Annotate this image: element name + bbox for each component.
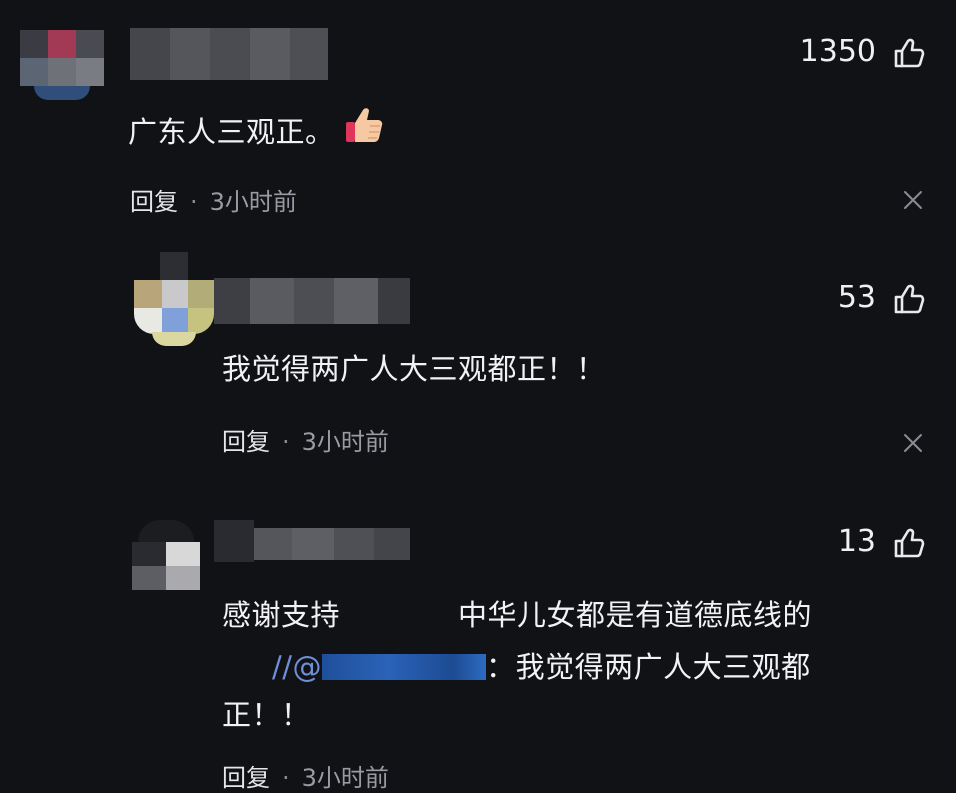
comment-text-line1a: 感谢支持 — [222, 598, 341, 632]
comment-text-line1b: 中华儿女都是有道德底线的 — [458, 598, 813, 632]
comment-text: 我觉得两广人大三观都正！！ — [222, 352, 606, 386]
thumbs-up-outline-icon[interactable] — [892, 526, 926, 560]
username-redacted[interactable] — [130, 28, 328, 80]
mention-username-redacted[interactable] — [322, 654, 487, 680]
like-count: 1350 — [799, 34, 876, 69]
quote-text-end: 正！！ — [222, 698, 311, 732]
thumbs-up-outline-icon[interactable] — [892, 36, 926, 70]
quoted-comment: //@ ：我觉得两广人大三观都 — [272, 644, 811, 686]
timestamp: 3小时前 — [301, 764, 389, 792]
reply-button[interactable]: 回复 — [222, 764, 270, 792]
action-row: 回复 · 3小时前 — [222, 758, 389, 793]
quote-separator: ： — [486, 650, 516, 684]
timestamp: 3小时前 — [209, 188, 297, 216]
avatar[interactable] — [132, 520, 200, 590]
close-icon[interactable] — [902, 432, 924, 454]
mention-prefix[interactable]: //@ — [272, 650, 322, 684]
action-row: 回复 · 3小时前 — [222, 422, 389, 457]
reply-button[interactable]: 回复 — [130, 188, 178, 216]
avatar[interactable] — [20, 30, 104, 100]
quote-text: 我觉得两广人大三观都 — [515, 650, 811, 684]
like-count: 53 — [837, 280, 876, 315]
thumbs-up-emoji-icon — [346, 108, 383, 142]
timestamp: 3小时前 — [301, 428, 389, 456]
comment-text: 广东人三观正。 — [128, 104, 388, 151]
separator: · — [190, 188, 198, 216]
close-icon[interactable] — [902, 189, 924, 211]
username-redacted[interactable] — [214, 520, 410, 562]
reply-button[interactable]: 回复 — [222, 428, 270, 456]
username-redacted[interactable] — [214, 278, 410, 324]
separator: · — [282, 764, 290, 792]
avatar[interactable] — [134, 252, 214, 348]
action-row: 回复 · 3小时前 — [130, 182, 297, 217]
like-count: 13 — [837, 524, 876, 559]
separator: · — [282, 428, 290, 456]
thumbs-up-outline-icon[interactable] — [892, 282, 926, 316]
